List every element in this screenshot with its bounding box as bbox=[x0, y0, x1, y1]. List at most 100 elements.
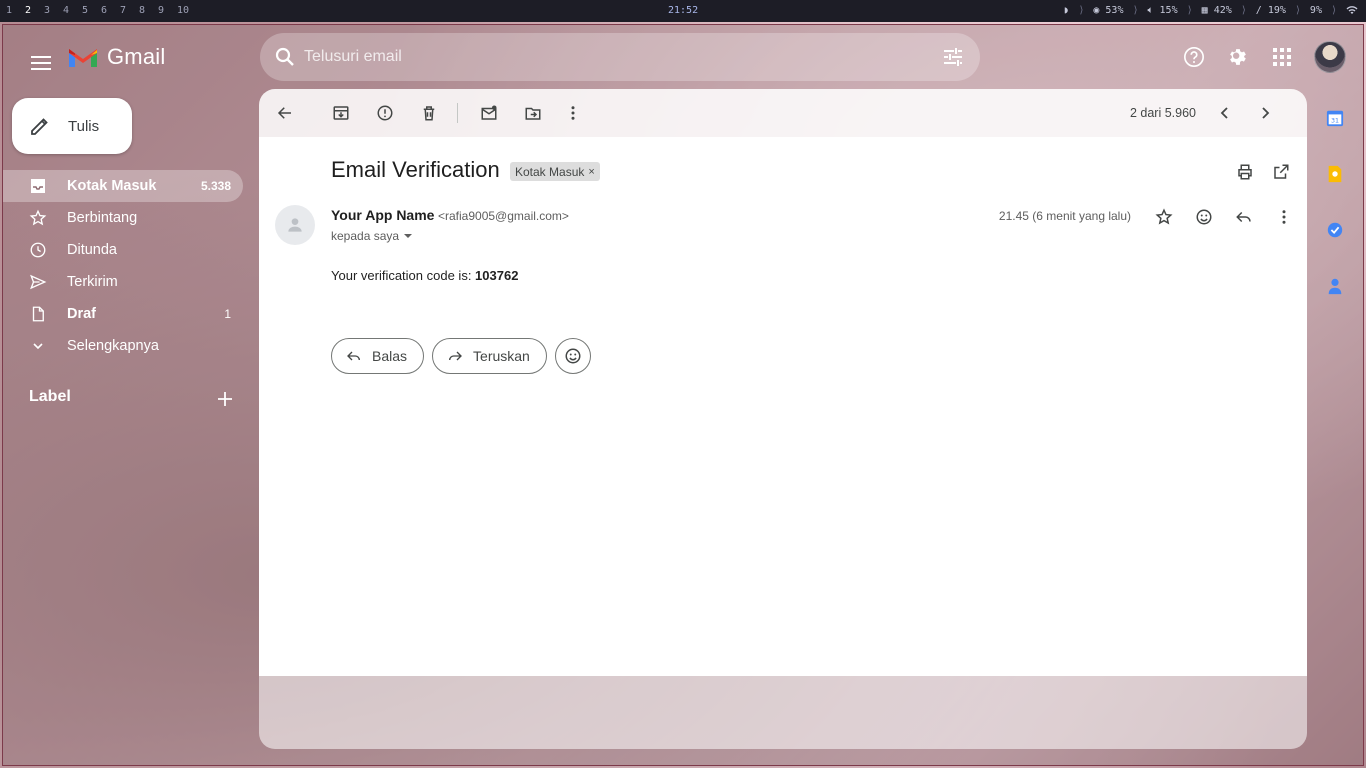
email-subject: Email Verification bbox=[331, 157, 500, 182]
inbox-icon bbox=[29, 177, 47, 195]
workspace-9[interactable]: 9 bbox=[158, 5, 177, 16]
unread-count: 5.338 bbox=[200, 179, 231, 193]
label-chip[interactable]: Kotak Masuk × bbox=[510, 162, 600, 181]
search-input[interactable] bbox=[304, 41, 924, 73]
wifi-icon[interactable] bbox=[1346, 5, 1358, 18]
star-icon bbox=[1155, 208, 1173, 225]
message-text: Your verification code is: bbox=[331, 268, 476, 283]
mark-unread-button[interactable] bbox=[477, 101, 501, 125]
labels-heading: Label bbox=[29, 388, 71, 405]
forward-button[interactable]: Teruskan bbox=[432, 338, 547, 374]
compose-button[interactable]: Tulis bbox=[12, 98, 132, 154]
create-label-button[interactable] bbox=[215, 389, 235, 409]
reply-button[interactable]: Balas bbox=[331, 338, 425, 374]
recipient-details-toggle[interactable]: kepada saya bbox=[331, 229, 413, 243]
reply-icon bbox=[347, 351, 360, 361]
reading-pane: 2 dari 5.960 Email Verification Kotak Ma… bbox=[259, 89, 1307, 749]
emoji-icon bbox=[1196, 209, 1212, 225]
sidebar-item-drafts[interactable]: Draf 1 bbox=[3, 298, 243, 330]
compose-label: Tulis bbox=[68, 118, 100, 135]
keep-app-button[interactable] bbox=[1325, 164, 1345, 184]
delete-button[interactable] bbox=[417, 101, 441, 125]
toolbar-divider bbox=[457, 103, 458, 123]
message-view: Email Verification Kotak Masuk × Your Ap… bbox=[259, 137, 1307, 676]
chevron-left-icon bbox=[1220, 107, 1228, 119]
sidebar-nav: Kotak Masuk 5.338 Berbintang Ditunda Ter… bbox=[3, 170, 243, 362]
system-clock: 21:52 bbox=[668, 5, 699, 16]
forward-label: Teruskan bbox=[473, 348, 530, 364]
workspace-4[interactable]: 4 bbox=[63, 5, 82, 16]
tasks-app-button[interactable] bbox=[1325, 220, 1345, 240]
sidebar-item-starred[interactable]: Berbintang bbox=[3, 202, 243, 234]
workspace-5[interactable]: 5 bbox=[82, 5, 101, 16]
print-icon bbox=[1238, 164, 1252, 180]
account-avatar[interactable] bbox=[1314, 41, 1346, 73]
workspace-10[interactable]: 10 bbox=[177, 5, 196, 16]
separator: ⟩ bbox=[1132, 5, 1139, 16]
archive-button[interactable] bbox=[329, 101, 353, 125]
back-button[interactable] bbox=[273, 101, 297, 125]
message-more-button[interactable] bbox=[1272, 205, 1296, 229]
workspace-list: 1 2 3 4 5 6 7 8 9 10 bbox=[6, 5, 196, 16]
forward-icon bbox=[449, 351, 462, 361]
volume-indicator[interactable]: 🔈︎ 15% bbox=[1148, 5, 1178, 18]
send-icon bbox=[29, 273, 47, 291]
sidebar-item-more[interactable]: Selengkapnya bbox=[3, 330, 243, 362]
report-spam-button[interactable] bbox=[373, 101, 397, 125]
svg-text:31: 31 bbox=[1331, 118, 1339, 125]
reply-icon-button[interactable] bbox=[1232, 205, 1256, 229]
sidebar-item-sent[interactable]: Terkirim bbox=[3, 266, 243, 298]
draft-icon bbox=[29, 305, 47, 323]
reply-icon bbox=[1236, 211, 1251, 223]
search-icon[interactable] bbox=[273, 45, 297, 69]
workspace-3[interactable]: 3 bbox=[44, 5, 63, 16]
move-to-button[interactable] bbox=[521, 101, 545, 125]
older-button[interactable] bbox=[1253, 101, 1277, 125]
sender-avatar[interactable] bbox=[275, 205, 315, 245]
tasks-icon bbox=[1327, 222, 1343, 238]
workspace-7[interactable]: 7 bbox=[120, 5, 139, 16]
sidebar-item-label: Terkirim bbox=[67, 274, 118, 290]
workspace-6[interactable]: 6 bbox=[101, 5, 120, 16]
main-menu-button[interactable] bbox=[24, 46, 58, 80]
more-vert-icon bbox=[571, 106, 575, 120]
calendar-app-button[interactable]: 31 bbox=[1325, 108, 1345, 128]
contacts-app-button[interactable] bbox=[1325, 276, 1345, 296]
search-bar[interactable] bbox=[260, 33, 980, 81]
print-all-button[interactable] bbox=[1233, 160, 1257, 184]
verification-code: 103762 bbox=[475, 268, 519, 283]
open-new-window-button[interactable] bbox=[1269, 160, 1293, 184]
mail-unread-icon bbox=[481, 105, 497, 120]
support-button[interactable] bbox=[1182, 45, 1206, 69]
caret-down-icon bbox=[404, 234, 413, 238]
workspace-8[interactable]: 8 bbox=[139, 5, 158, 16]
sidebar-item-label: Ditunda bbox=[67, 242, 117, 258]
separator: ⟩ bbox=[1294, 5, 1301, 16]
add-reaction-button[interactable] bbox=[1192, 205, 1216, 229]
gmail-logo[interactable]: Gmail bbox=[67, 44, 165, 70]
plus-icon bbox=[218, 392, 232, 406]
gmail-wordmark: Gmail bbox=[107, 44, 166, 69]
calendar-icon: 31 bbox=[1326, 110, 1344, 127]
draft-count: 1 bbox=[224, 307, 231, 321]
google-apps-button[interactable] bbox=[1270, 45, 1294, 69]
settings-button[interactable] bbox=[1226, 45, 1250, 69]
sender-name[interactable]: Your App Name bbox=[331, 207, 434, 223]
gear-icon bbox=[1230, 49, 1246, 65]
chevron-right-icon bbox=[1262, 107, 1270, 119]
workspace-2[interactable]: 2 bbox=[25, 5, 44, 16]
star-button[interactable] bbox=[1152, 205, 1176, 229]
sidebar-item-inbox[interactable]: Kotak Masuk 5.338 bbox=[3, 170, 243, 202]
workspace-1[interactable]: 1 bbox=[6, 5, 25, 16]
report-icon bbox=[377, 105, 393, 121]
newer-button[interactable] bbox=[1213, 101, 1237, 125]
speaker-icon: 🔈︎ bbox=[1147, 5, 1154, 16]
moon-icon: ◗ bbox=[1063, 5, 1070, 16]
remove-label-button[interactable]: × bbox=[588, 166, 594, 178]
search-options-icon[interactable] bbox=[941, 45, 965, 69]
sidebar-item-snoozed[interactable]: Ditunda bbox=[3, 234, 243, 266]
sidebar-item-label: Selengkapnya bbox=[67, 338, 159, 354]
react-emoji-button[interactable] bbox=[554, 338, 591, 374]
more-actions-button[interactable] bbox=[561, 101, 585, 125]
emoji-icon bbox=[565, 348, 581, 364]
